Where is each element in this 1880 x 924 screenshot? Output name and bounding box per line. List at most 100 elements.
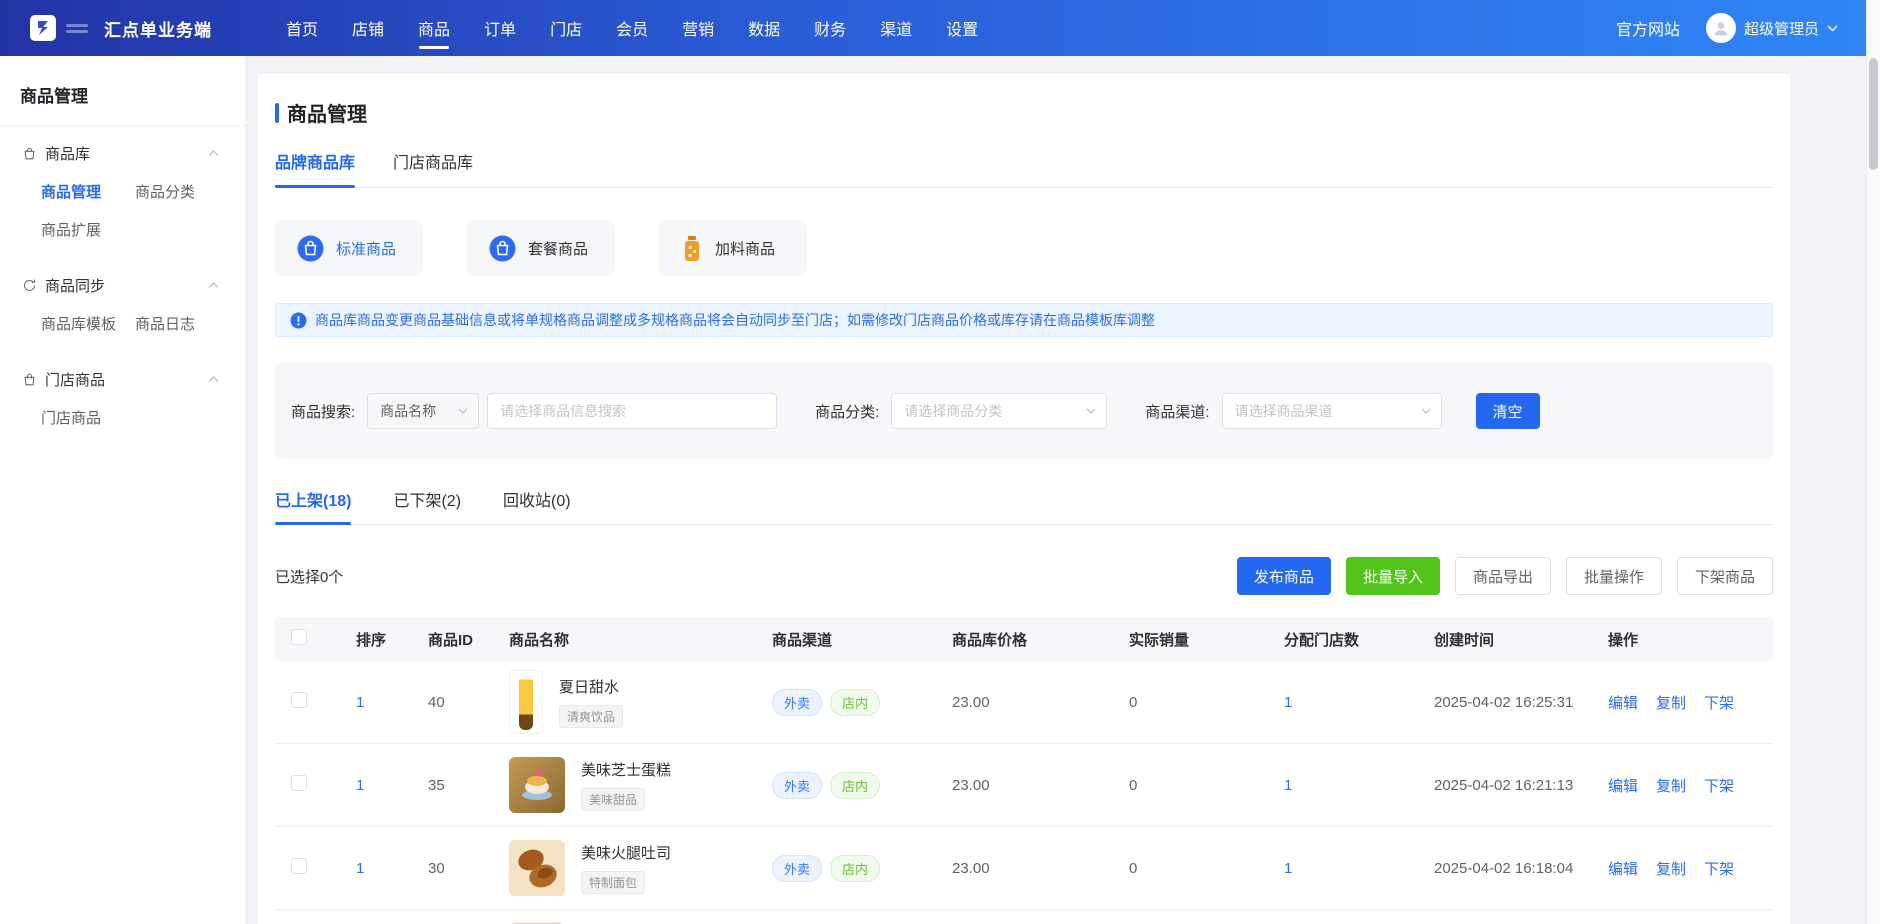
main-content-card: 商品管理 品牌商品库 门店商品库 标准商品 套餐商品 — [258, 74, 1790, 924]
chevron-up-icon[interactable] — [208, 376, 219, 383]
nav-item-finance[interactable]: 财务 — [814, 0, 846, 56]
official-site-link[interactable]: 官方网站 — [1616, 16, 1680, 40]
vertical-scrollbar[interactable] — [1866, 0, 1880, 924]
left-sidebar: 商品管理 商品库 商品管理 商品分类 商品扩展 商品同步 — [0, 56, 245, 924]
filter-panel: 商品搜索: 商品名称 商品分类: 请选择商品分类 商品渠道: 请选择商品渠道 — [275, 363, 1773, 459]
cell-store-count[interactable]: 1 — [1260, 777, 1410, 794]
row-checkbox[interactable] — [291, 775, 307, 791]
cell-product-id: 40 — [409, 694, 485, 711]
col-name: 商品名称 — [485, 629, 748, 650]
type-card-label: 加料商品 — [715, 238, 775, 259]
take-down-button[interactable]: 下架商品 — [1677, 557, 1773, 595]
cell-store-count[interactable]: 1 — [1260, 694, 1410, 711]
search-label: 商品搜索: — [291, 401, 355, 422]
search-field-select[interactable]: 商品名称 — [367, 393, 479, 429]
row-checkbox[interactable] — [291, 858, 307, 874]
cell-price: 23.00 — [928, 777, 1105, 794]
type-card-topping[interactable]: 加料商品 — [659, 220, 807, 276]
user-menu[interactable]: 超级管理员 — [1706, 13, 1838, 43]
chevron-down-icon — [1827, 25, 1838, 32]
chevron-down-icon — [458, 408, 468, 414]
copy-link[interactable]: 复制 — [1656, 692, 1686, 713]
cell-product-name: 美味火腿吐司 特制面包 — [485, 840, 748, 896]
username-label: 超级管理员 — [1744, 18, 1819, 39]
toolbar-row: 已选择0个 发布商品 批量导入 商品导出 批量操作 下架商品 — [275, 557, 1773, 595]
product-category-tag: 美味甜品 — [581, 788, 645, 811]
tab-off-sale[interactable]: 已下架(2) — [393, 487, 461, 524]
cell-channels: 外卖 店内 — [748, 855, 928, 882]
nav-item-branch[interactable]: 门店 — [550, 0, 582, 56]
page-title: 商品管理 — [287, 98, 367, 127]
nav-item-order[interactable]: 订单 — [484, 0, 516, 56]
tab-recycle-bin[interactable]: 回收站(0) — [503, 487, 571, 524]
edit-link[interactable]: 编辑 — [1608, 775, 1638, 796]
edit-link[interactable]: 编辑 — [1608, 692, 1638, 713]
scrollbar-thumb[interactable] — [1869, 58, 1878, 170]
select-all-checkbox[interactable] — [291, 629, 307, 645]
sidebar-item-store-product[interactable]: 门店商品 — [41, 400, 135, 438]
bag-icon — [22, 146, 37, 161]
sidebar-item-product-category[interactable]: 商品分类 — [135, 174, 229, 212]
type-card-standard[interactable]: 标准商品 — [275, 220, 423, 276]
tab-brand-library[interactable]: 品牌商品库 — [275, 149, 355, 187]
search-input[interactable] — [487, 393, 777, 429]
chevron-down-icon — [1086, 408, 1096, 414]
cell-product-id: 35 — [409, 777, 485, 794]
sidebar-group-product-sync[interactable]: 商品同步 — [0, 264, 245, 306]
sidebar-group-product-library[interactable]: 商品库 — [0, 132, 245, 174]
chevron-up-icon[interactable] — [208, 150, 219, 157]
sauce-bottle-icon — [681, 235, 703, 262]
user-avatar — [1706, 13, 1736, 43]
nav-item-channel[interactable]: 渠道 — [880, 0, 912, 56]
clear-button[interactable]: 清空 — [1476, 393, 1540, 429]
person-icon — [1711, 18, 1731, 38]
type-card-combo[interactable]: 套餐商品 — [467, 220, 615, 276]
sidebar-item-product-extend[interactable]: 商品扩展 — [41, 212, 135, 250]
top-navbar: 汇点单业务端 首页 店铺 商品 订单 门店 会员 营销 数据 财务 渠道 设置 … — [0, 0, 1866, 56]
sidebar-item-product-manage[interactable]: 商品管理 — [41, 174, 135, 212]
nav-item-member[interactable]: 会员 — [616, 0, 648, 56]
chevron-down-icon — [1421, 408, 1431, 414]
sidebar-item-product-log[interactable]: 商品日志 — [135, 306, 229, 344]
nav-item-product[interactable]: 商品 — [418, 0, 450, 56]
nav-item-data[interactable]: 数据 — [748, 0, 780, 56]
table-row: 1 30 美味火腿吐司 特制面包 外卖 店内 — [275, 827, 1773, 910]
take-down-link[interactable]: 下架 — [1704, 775, 1734, 796]
sidebar-item-library-template[interactable]: 商品库模板 — [41, 306, 135, 344]
batch-import-button[interactable]: 批量导入 — [1346, 557, 1440, 595]
nav-item-marketing[interactable]: 营销 — [682, 0, 714, 56]
category-select[interactable]: 请选择商品分类 — [891, 393, 1107, 429]
row-checkbox[interactable] — [291, 692, 307, 708]
selection-count: 已选择0个 — [275, 566, 343, 587]
nav-item-store[interactable]: 店铺 — [352, 0, 384, 56]
col-id: 商品ID — [409, 629, 485, 650]
cell-sort[interactable]: 1 — [337, 860, 409, 877]
chevron-up-icon[interactable] — [208, 282, 219, 289]
edit-link[interactable]: 编辑 — [1608, 858, 1638, 879]
cell-store-count[interactable]: 1 — [1260, 860, 1410, 877]
take-down-link[interactable]: 下架 — [1704, 858, 1734, 879]
cell-sort[interactable]: 1 — [337, 694, 409, 711]
group-label: 门店商品 — [45, 369, 208, 390]
export-product-button[interactable]: 商品导出 — [1455, 557, 1551, 595]
cell-created-time: 2025-04-02 16:25:31 — [1410, 694, 1584, 711]
sidebar-group-store-product[interactable]: 门店商品 — [0, 358, 245, 400]
group-label: 商品同步 — [45, 275, 208, 296]
nav-item-home[interactable]: 首页 — [286, 0, 318, 56]
nav-item-settings[interactable]: 设置 — [946, 0, 978, 56]
group-items: 商品库模板 商品日志 — [0, 306, 245, 344]
cell-sort[interactable]: 1 — [337, 777, 409, 794]
take-down-link[interactable]: 下架 — [1704, 692, 1734, 713]
col-created: 创建时间 — [1410, 629, 1584, 650]
copy-link[interactable]: 复制 — [1656, 775, 1686, 796]
batch-operate-button[interactable]: 批量操作 — [1566, 557, 1662, 595]
product-name: 美味芝士蛋糕 — [581, 759, 671, 780]
product-image — [509, 757, 565, 813]
tab-store-library[interactable]: 门店商品库 — [393, 149, 473, 187]
copy-link[interactable]: 复制 — [1656, 858, 1686, 879]
notice-text: 商品库商品变更商品基础信息或将单规格商品调整成多规格商品将会自动同步至门店；如需… — [315, 310, 1155, 330]
publish-product-button[interactable]: 发布商品 — [1237, 557, 1331, 595]
channel-select[interactable]: 请选择商品渠道 — [1222, 393, 1442, 429]
status-tabs: 已上架(18) 已下架(2) 回收站(0) — [275, 487, 1773, 525]
tab-on-sale[interactable]: 已上架(18) — [275, 487, 351, 524]
